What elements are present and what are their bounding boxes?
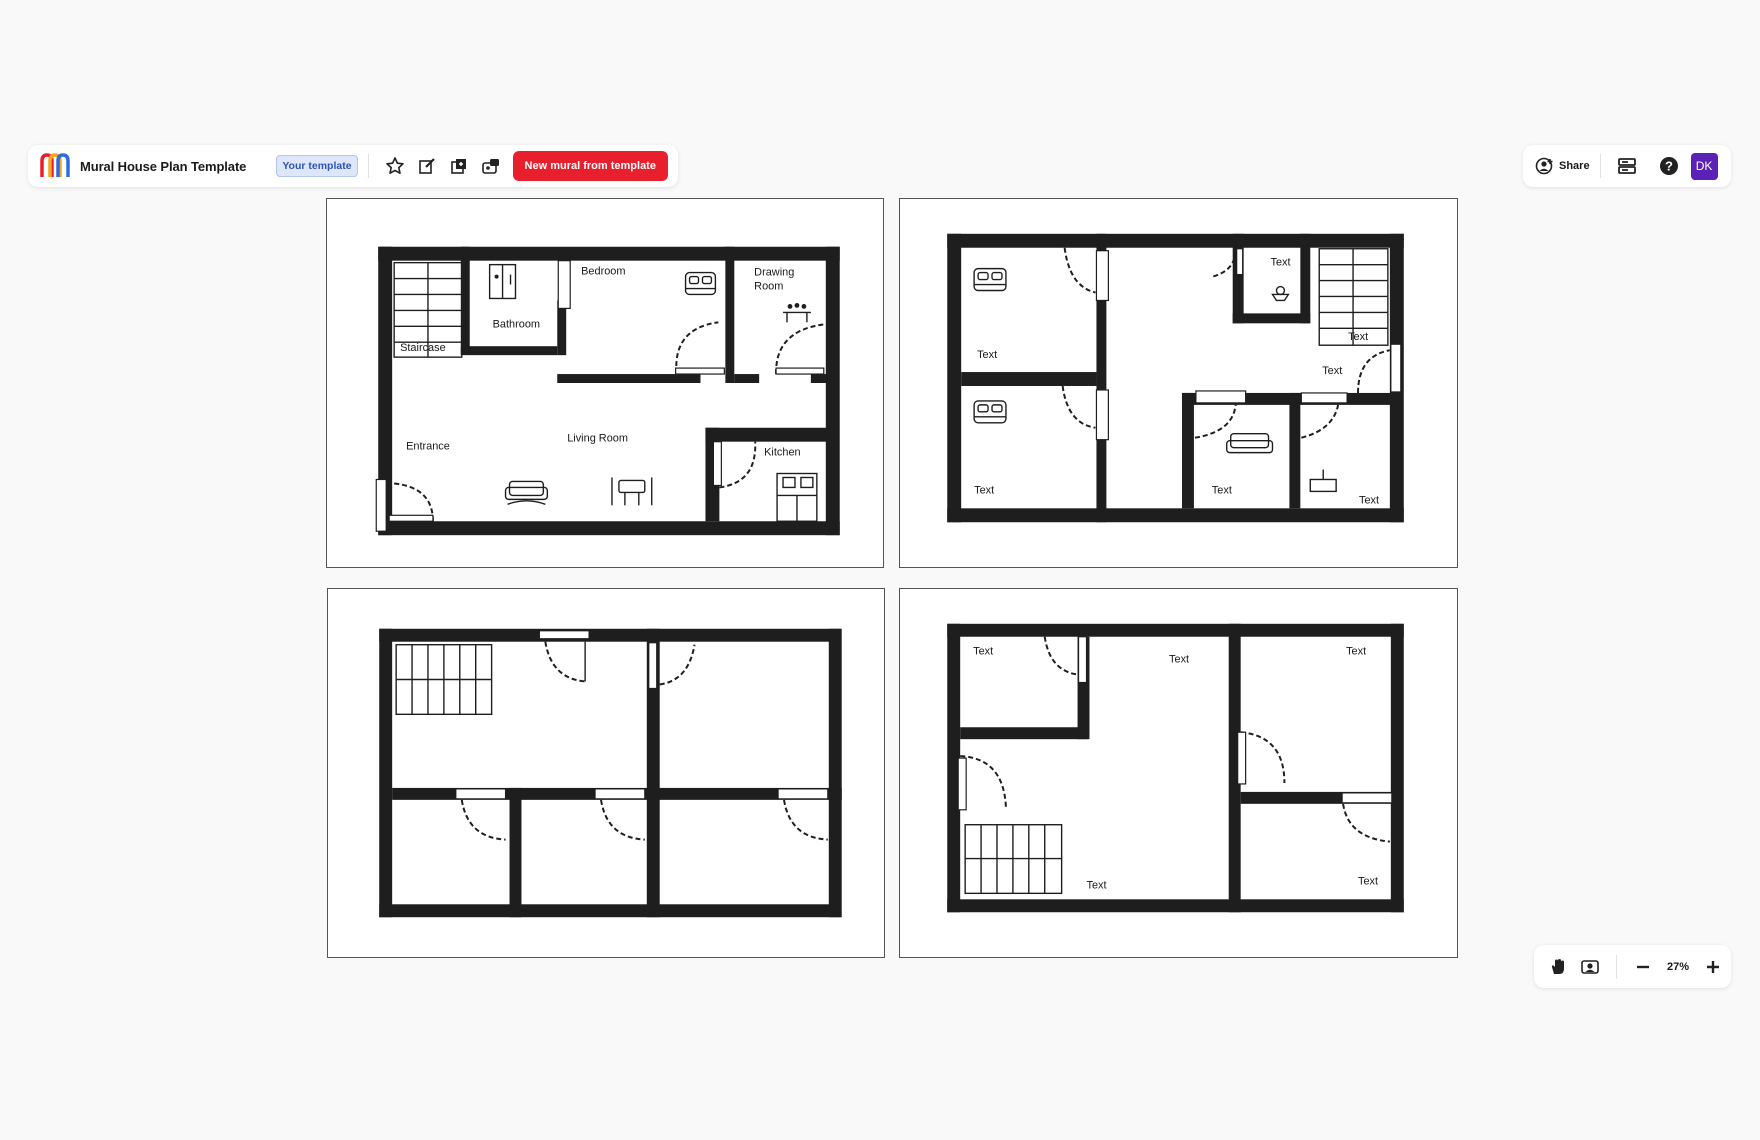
divider: [367, 154, 369, 178]
bed-icon: [973, 400, 1007, 424]
room-label-kitchen: Kitchen: [764, 447, 800, 459]
zoom-level[interactable]: 27%: [1659, 961, 1697, 973]
room-label-bedroom: Bedroom: [581, 266, 625, 278]
floor-plan-4: Text Text Text Text Text: [947, 623, 1404, 913]
favorite-button[interactable]: [381, 152, 409, 180]
sink-icon: [1309, 469, 1337, 493]
room-label-text: Text: [1348, 331, 1368, 343]
door-arc: [1240, 731, 1286, 783]
floor-plan-panel-4[interactable]: Text Text Text Text Text: [899, 588, 1458, 958]
door-arc: [1357, 349, 1391, 393]
panels-icon: [1617, 158, 1636, 174]
bed-icon: [684, 271, 717, 296]
floor-plan-3: [379, 628, 842, 918]
door-arc: [1063, 247, 1096, 294]
map-icon: [1581, 959, 1599, 974]
dining-icon: [611, 477, 653, 506]
outline-map-button[interactable]: [1576, 953, 1604, 981]
star-icon: [385, 157, 404, 174]
room-label-text: Text: [1169, 654, 1189, 666]
share-icon: [1535, 157, 1553, 175]
toilet-icon: [1271, 285, 1290, 302]
new-mural-from-template-button[interactable]: New mural from template: [512, 151, 668, 181]
staircase-icon: [395, 644, 493, 716]
floor-plan-1: Bedroom Drawing Room Bathroom Staircase …: [375, 246, 840, 536]
room-label-text: Text: [973, 646, 993, 658]
room-label-text: Text: [1087, 879, 1107, 891]
room-label-staircase: Staircase: [400, 342, 446, 354]
hand-tool-button[interactable]: [1544, 953, 1572, 981]
panels-button[interactable]: [1613, 152, 1641, 180]
duplicate-icon: [450, 159, 466, 174]
edit-icon: [418, 158, 435, 174]
shower-icon: [488, 263, 517, 300]
share-label: Share: [1559, 160, 1590, 172]
present-button[interactable]: [477, 152, 505, 180]
zoom-out-button[interactable]: [1629, 953, 1657, 981]
zoom-toolbar: 27%: [1534, 945, 1731, 988]
svg-text:?: ?: [1665, 159, 1673, 174]
door-arc: [783, 799, 828, 841]
room-label-text: Text: [977, 349, 997, 361]
door-arc: [775, 323, 825, 375]
door-arc: [1301, 404, 1340, 439]
duplicate-button[interactable]: [445, 152, 473, 180]
door-arc: [675, 321, 719, 375]
hand-icon: [1551, 958, 1564, 974]
floor-plan-2: Text Text Text Text Text Text Text: [947, 233, 1404, 523]
kitchen-door-arc: [719, 441, 757, 489]
room-label-drawing: Drawing: [754, 267, 794, 279]
present-icon: [481, 159, 499, 174]
room-label-text: Text: [1358, 875, 1378, 887]
mural-logo-icon[interactable]: [38, 151, 72, 181]
room-label-text: Text: [1322, 365, 1342, 377]
kitchen-counter-icon: [776, 472, 818, 522]
room-label-text: Text: [1271, 257, 1291, 269]
template-badge: Your template: [276, 155, 358, 177]
door-arc: [1043, 636, 1078, 676]
sofa-icon: [1226, 433, 1274, 454]
staircase-icon: [964, 824, 1063, 895]
floor-plan-panel-1[interactable]: Bedroom Drawing Room Bathroom Staircase …: [326, 198, 884, 568]
divider: [1616, 954, 1617, 979]
room-label-drawing-room: Room: [754, 281, 783, 293]
door-arc: [1212, 250, 1237, 278]
sofa-icon: [504, 480, 549, 505]
floor-plan-panel-3[interactable]: [327, 588, 885, 958]
dining-table-icon: [783, 303, 811, 323]
door-arc: [460, 799, 506, 841]
room-label-living-room: Living Room: [567, 433, 628, 445]
room-label-text: Text: [1346, 646, 1366, 658]
zoom-in-icon: [1707, 960, 1719, 973]
edit-button[interactable]: [413, 152, 441, 180]
floor-plan-panel-2[interactable]: Text Text Text Text Text Text Text: [899, 198, 1458, 568]
right-toolbar: Share ? DK: [1523, 145, 1731, 187]
help-icon: ?: [1659, 157, 1678, 175]
room-label-text: Text: [974, 484, 994, 496]
bed-icon: [973, 267, 1007, 292]
top-toolbar: Mural House Plan Template Your template …: [28, 145, 678, 187]
divider: [1599, 154, 1601, 178]
mural-title[interactable]: Mural House Plan Template: [80, 159, 246, 174]
zoom-out-icon: [1637, 965, 1649, 968]
door-arc: [544, 641, 586, 683]
room-label-text: Text: [1212, 484, 1232, 496]
zoom-in-button[interactable]: [1699, 953, 1727, 981]
user-avatar[interactable]: DK: [1690, 152, 1718, 180]
door-arc: [1194, 404, 1237, 439]
door-arc: [1342, 803, 1390, 843]
share-button[interactable]: Share: [1535, 156, 1590, 176]
door-arc: [1061, 385, 1096, 429]
room-label-entrance: Entrance: [406, 441, 450, 453]
help-button[interactable]: ?: [1655, 152, 1683, 180]
door-arc: [960, 755, 1007, 808]
door-arc: [600, 799, 645, 841]
room-label-bathroom: Bathroom: [493, 318, 540, 330]
room-label-text: Text: [1359, 494, 1379, 506]
door-arc: [659, 644, 696, 686]
